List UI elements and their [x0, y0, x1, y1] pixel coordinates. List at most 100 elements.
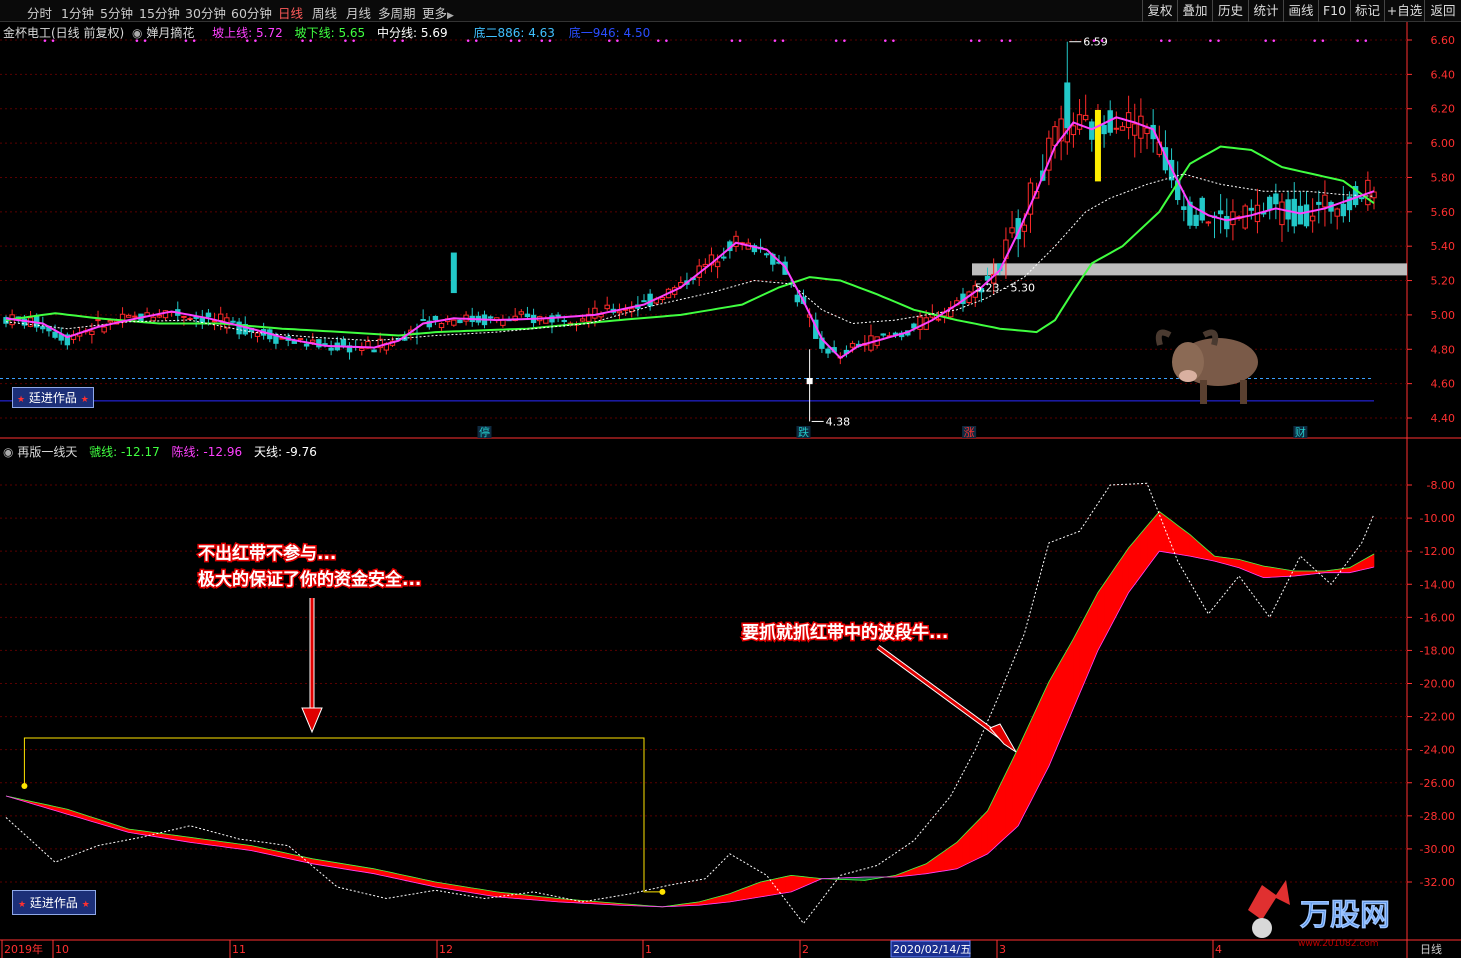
candle-body: [1340, 203, 1347, 217]
period-tab-1min[interactable]: 1分钟: [61, 3, 94, 22]
period-tab-multi[interactable]: 多周期: [378, 3, 416, 22]
y-tick-label: -18.00: [1420, 644, 1455, 657]
overlay-button[interactable]: 叠加: [1177, 0, 1212, 22]
ribbon-segment: [760, 880, 767, 898]
highlight-candle: [1094, 109, 1101, 182]
candle-body: [40, 326, 46, 330]
annotation-text-2: 极大的保证了你的资金安全...: [198, 569, 421, 590]
candle-body: [89, 330, 95, 336]
tian-line-label: 天线:: [253, 445, 282, 459]
indicator-switch-icon[interactable]: ◉: [132, 26, 142, 40]
bottom1-label: 底一946:: [568, 26, 620, 40]
x-tick-label: 11: [232, 943, 246, 956]
period-tab-15min[interactable]: 15分钟: [139, 3, 180, 22]
candle-body: [254, 332, 261, 337]
ribbon-segment: [778, 876, 786, 895]
candle-body: [1279, 201, 1285, 226]
ribbon-segment: [1054, 659, 1062, 752]
candle-body: [825, 348, 831, 354]
period-tab-more[interactable]: 更多▶: [422, 3, 454, 22]
ribbon-segment: [938, 850, 945, 873]
bull-leg: [1200, 380, 1207, 404]
ribbon-segment: [1122, 546, 1129, 605]
ribbon-segment: [772, 877, 780, 896]
signal-dots: • •: [1312, 37, 1325, 47]
ribbon-segment: [1263, 565, 1271, 578]
lower-line-label: 坡下线:: [294, 26, 335, 40]
ribbon-segment: [1269, 566, 1277, 578]
candle-body: [218, 313, 224, 322]
candle-body: [641, 300, 647, 303]
add-favorite-button[interactable]: +自选: [1384, 0, 1424, 22]
y-tick-label: 6.20: [1431, 103, 1456, 116]
f10-button[interactable]: F10: [1318, 0, 1350, 22]
candle-body: [1119, 126, 1126, 131]
y-tick-label: 5.20: [1431, 275, 1456, 288]
period-tab-30min[interactable]: 30分钟: [185, 3, 226, 22]
signal-dots: • •: [999, 37, 1012, 47]
y-tick-label: -8.00: [1427, 479, 1455, 492]
candle-body: [303, 343, 310, 347]
star-icon: ★: [17, 395, 26, 405]
ribbon-segment: [968, 822, 976, 864]
candle-body: [604, 304, 610, 310]
y-tick-label: 5.80: [1431, 171, 1456, 184]
mark-button[interactable]: 标记: [1350, 0, 1384, 22]
candle-body: [1248, 207, 1255, 211]
period-tab-60min[interactable]: 60分钟: [231, 3, 272, 22]
candle-body: [1359, 197, 1365, 200]
history-button[interactable]: 历史: [1212, 0, 1248, 22]
signal-dots: • •: [834, 37, 847, 47]
author-watermark: ★ 廷进作品 ★: [12, 890, 96, 915]
candle-body: [107, 320, 113, 323]
y-axis: 6.60 6.40 6.20 6.00 5.80 5.60 5.40 5.20 5.00 4.80…: [1, 34, 1456, 958]
event-rise-marker: 涨: [964, 426, 975, 439]
candle-body: [438, 323, 445, 329]
statistics-button[interactable]: 统计: [1248, 0, 1283, 22]
signal-dots: • •: [883, 37, 896, 47]
y-tick-label: 4.80: [1431, 343, 1456, 356]
candle-body: [1101, 124, 1107, 135]
candle-body: [1205, 221, 1212, 224]
candle-body: [1076, 114, 1083, 130]
low-candle: [806, 377, 813, 385]
bottom2-value: 4.63: [528, 26, 555, 40]
period-tab-weekly[interactable]: 周线: [312, 3, 337, 22]
candle-body: [420, 319, 426, 322]
ribbon-segment: [993, 785, 1001, 849]
candle-body: [310, 339, 316, 343]
period-label: 日线: [1420, 942, 1442, 956]
x-tick-label: 3: [999, 943, 1006, 956]
candle-body: [524, 313, 531, 318]
arrow-1-head: [301, 707, 323, 734]
fuquan-button[interactable]: 复权: [1142, 0, 1177, 22]
bottom2-label: 底二886:: [473, 26, 525, 40]
x-tick-label: 10: [55, 943, 69, 956]
back-button[interactable]: 返回: [1424, 0, 1461, 22]
chen-line-value: -12.96: [203, 445, 243, 459]
candle-body: [181, 315, 187, 318]
y-tick-label: -24.00: [1420, 744, 1455, 757]
signal-dots: • •: [1159, 37, 1172, 47]
guo-line-label: 虢线:: [89, 445, 118, 459]
candle-body: [125, 314, 132, 318]
x-tick-label: 2019年: [4, 942, 43, 956]
stock-chart[interactable]: 6.594.385.23 - 5.30• • • • • • • • • • • • • •…: [0, 22, 1461, 958]
period-tab-monthly[interactable]: 月线: [346, 3, 371, 22]
author-watermark: ★ 廷进作品 ★: [12, 387, 94, 408]
period-tab-5min[interactable]: 5分钟: [100, 3, 133, 22]
event-halt-marker: 停: [479, 425, 490, 439]
annotation-text-1: 不出红带不参与...: [198, 543, 336, 564]
sub-indicator-name: 再版一线天: [17, 445, 78, 459]
candle-body: [555, 314, 561, 317]
watermark-text: 廷进作品: [29, 896, 78, 910]
signal-dots: • •: [1091, 37, 1104, 47]
arrow-2-head: [989, 723, 1017, 753]
draw-line-button[interactable]: 画线: [1283, 0, 1318, 22]
indicator-switch-icon[interactable]: ◉: [3, 445, 13, 459]
period-tab-fenshi[interactable]: 分时: [27, 3, 52, 22]
ribbon-segment: [987, 798, 994, 855]
candle-body: [1021, 224, 1028, 232]
stock-title: 金杯电工(日线 前复权): [3, 26, 125, 40]
period-tab-daily[interactable]: 日线: [278, 3, 303, 22]
